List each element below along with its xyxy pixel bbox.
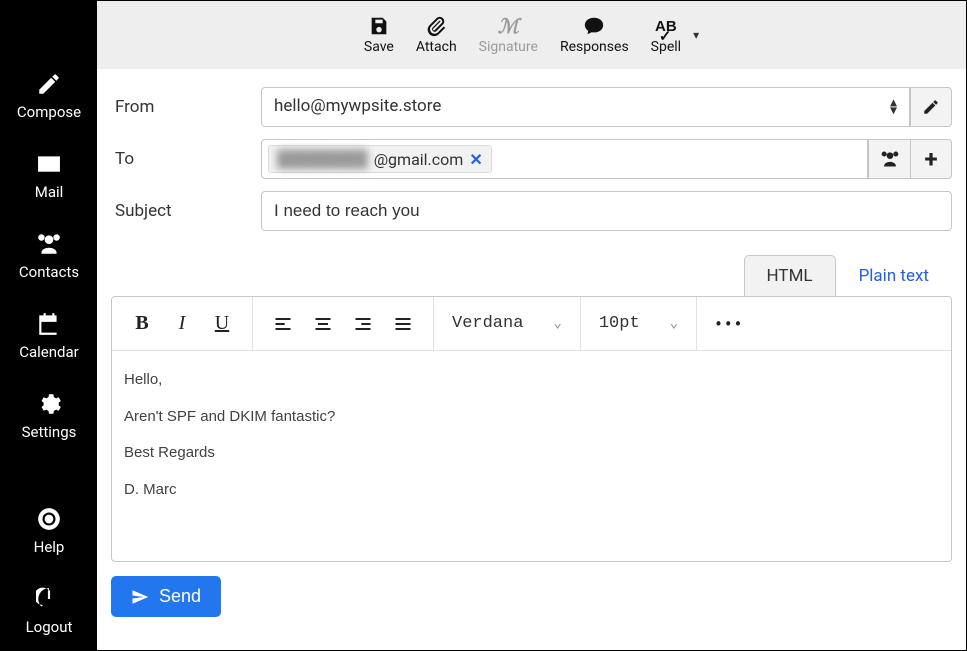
signature-icon: ℳ (497, 15, 519, 37)
nav-help[interactable]: Help (34, 506, 65, 556)
compose-fields: From hello@mywpsite.store ▴▾ To ████████… (97, 69, 966, 247)
editor-mode-tabs: HTML Plain text (97, 247, 966, 296)
send-row: Send (97, 562, 966, 631)
save-icon (368, 15, 390, 37)
nav-compose[interactable]: Compose (17, 71, 81, 121)
add-contact-button[interactable] (868, 139, 910, 179)
spell-icon: AB✓ (655, 15, 677, 37)
pencil-icon (922, 98, 940, 116)
align-justify-button[interactable] (383, 304, 423, 344)
calendar-icon (36, 311, 62, 337)
chevron-down-icon: ⌄ (553, 315, 561, 332)
nav-contacts[interactable]: Contacts (19, 231, 79, 281)
plus-icon: + (924, 145, 937, 173)
send-icon (131, 588, 149, 606)
recipient-chip[interactable]: ████████ @gmail.com ✕ (268, 145, 492, 173)
spell-button[interactable]: AB✓ Spell (651, 15, 681, 55)
nav-label: Logout (26, 618, 73, 636)
underline-button[interactable]: U (202, 304, 242, 344)
body-line: Hello, (124, 369, 939, 392)
from-select[interactable]: hello@mywpsite.store ▴▾ (261, 87, 910, 127)
logout-icon (36, 586, 62, 612)
nav-settings[interactable]: Settings (22, 391, 77, 441)
body-line: Best Regards (124, 442, 939, 465)
nav-label: Compose (17, 103, 81, 121)
spell-dropdown-caret[interactable]: ▾ (693, 28, 699, 42)
contacts-icon (880, 149, 900, 169)
font-size-select[interactable]: 10pt ⌄ (581, 297, 697, 350)
signature-button: ℳ Signature (479, 15, 538, 55)
tool-label: Responses (560, 39, 629, 55)
from-row: From hello@mywpsite.store ▴▾ (111, 87, 952, 127)
body-line: D. Marc (124, 479, 939, 502)
send-button[interactable]: Send (111, 576, 221, 617)
help-icon (36, 506, 62, 532)
nav-label: Mail (35, 183, 64, 201)
from-value: hello@mywpsite.store (274, 96, 441, 116)
contacts-icon (36, 231, 62, 257)
align-left-button[interactable] (263, 304, 303, 344)
font-size-value: 10pt (599, 314, 640, 333)
bold-button[interactable]: B (122, 304, 162, 344)
edit-identities-button[interactable] (910, 87, 952, 127)
attach-button[interactable]: Attach (416, 15, 457, 55)
nav-label: Settings (22, 423, 77, 441)
from-label: From (111, 97, 261, 117)
nav-label: Calendar (19, 343, 79, 361)
font-family-value: Verdana (452, 314, 523, 333)
to-label: To (111, 149, 261, 169)
more-format-button[interactable]: ••• (697, 312, 762, 336)
nav-label: Contacts (19, 263, 79, 281)
compose-icon (36, 71, 62, 97)
responses-icon (583, 15, 605, 37)
to-row: To ████████ @gmail.com ✕ + (111, 139, 952, 179)
nav-label: Help (34, 538, 65, 556)
subject-input[interactable] (261, 191, 952, 231)
attach-icon (425, 15, 447, 37)
nav-mail[interactable]: Mail (35, 151, 64, 201)
subject-label: Subject (111, 201, 261, 221)
remove-recipient-icon[interactable]: ✕ (469, 150, 482, 169)
editor: B I U Verdana ⌄ 10pt ⌄ ••• Hello, Aren' (111, 296, 952, 562)
recipient-hidden-part: ████████ (277, 149, 368, 169)
tool-label: Attach (416, 39, 457, 55)
sidebar: Compose Mail Contacts Calendar Settings … (1, 1, 97, 650)
main: Save Attach ℳ Signature Responses AB✓ Sp… (97, 1, 966, 650)
font-family-select[interactable]: Verdana ⌄ (434, 297, 581, 350)
select-caret-icon: ▴▾ (890, 99, 897, 116)
tab-html[interactable]: HTML (744, 255, 836, 296)
nav-logout[interactable]: Logout (26, 586, 73, 636)
tab-plain-text[interactable]: Plain text (836, 255, 952, 296)
compose-toolbar: Save Attach ℳ Signature Responses AB✓ Sp… (97, 1, 966, 69)
save-button[interactable]: Save (364, 15, 394, 55)
add-recipient-button[interactable]: + (910, 139, 952, 179)
recipient-domain: @gmail.com (374, 150, 464, 169)
align-right-button[interactable] (343, 304, 383, 344)
subject-row: Subject (111, 191, 952, 231)
responses-button[interactable]: Responses (560, 15, 629, 55)
nav-calendar[interactable]: Calendar (19, 311, 79, 361)
chevron-down-icon: ⌄ (670, 315, 678, 332)
align-center-button[interactable] (303, 304, 343, 344)
italic-button[interactable]: I (162, 304, 202, 344)
body-line: Aren't SPF and DKIM fantastic? (124, 406, 939, 429)
format-toolbar: B I U Verdana ⌄ 10pt ⌄ ••• (112, 297, 951, 351)
send-label: Send (159, 586, 201, 607)
to-input[interactable]: ████████ @gmail.com ✕ (261, 139, 868, 179)
settings-icon (36, 391, 62, 417)
mail-icon (36, 151, 62, 177)
message-body[interactable]: Hello, Aren't SPF and DKIM fantastic? Be… (112, 351, 951, 561)
tool-label: Signature (479, 39, 538, 55)
tool-label: Save (364, 39, 394, 55)
